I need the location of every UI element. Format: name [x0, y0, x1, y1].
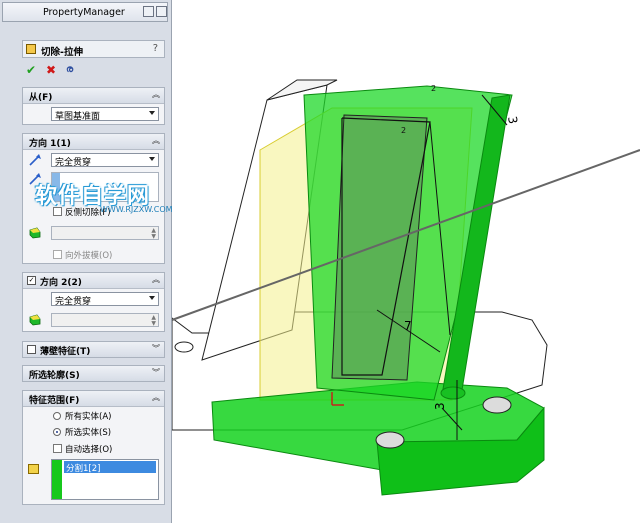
dimension-top[interactable]: 3: [505, 115, 520, 125]
group-direction1-header[interactable]: 方向 1(1) ︽: [23, 134, 164, 150]
direction2-end-condition-select[interactable]: 完全贯穿: [51, 292, 159, 307]
collapse-chevron-icon[interactable]: ︽: [152, 89, 160, 100]
draft-icon[interactable]: [28, 313, 42, 327]
extrude-cut-icon: [26, 44, 36, 54]
chevron-down-icon: [149, 157, 155, 161]
from-select[interactable]: 草图基准面: [51, 107, 159, 122]
collapse-chevron-icon[interactable]: ︽: [152, 135, 160, 146]
direction2-draft-input[interactable]: ▲ ▼: [51, 313, 159, 327]
all-bodies-label: 所有实体(A): [65, 412, 112, 422]
panel-title-bar: PropertyManager: [2, 2, 168, 22]
auto-select-checkbox[interactable]: [53, 444, 62, 453]
draft-outward-checkbox[interactable]: [53, 250, 62, 259]
group-selected-contours: 所选轮廓(S) ︾: [22, 365, 165, 382]
group-feature-scope: 特征范围(F) ︽ 所有实体(A) 所选实体(S) 自动选择(O) 分割1[2]: [22, 390, 165, 505]
draft-angle-input[interactable]: ▲ ▼: [51, 226, 159, 240]
base-hole-left: [174, 341, 194, 353]
collapse-chevron-icon[interactable]: ︽: [152, 274, 160, 285]
base-hole-right-front: [375, 431, 405, 449]
ok-button[interactable]: ✔: [26, 63, 36, 77]
chevron-down-icon: [149, 296, 155, 300]
pin-icon[interactable]: [143, 6, 154, 17]
all-bodies-radio[interactable]: [53, 412, 61, 420]
property-manager-panel: PropertyManager 切除-拉伸 ? ✔ ✖ ര 从(F) ︽ 草图基…: [0, 0, 172, 523]
end-condition-select[interactable]: 完全贯穿: [51, 153, 159, 168]
relation-tag: 2: [401, 126, 406, 135]
cylinder-bottom: [440, 386, 466, 400]
dimension-mid[interactable]: 7: [404, 319, 412, 333]
selected-bodies-label: 所选实体(S): [65, 428, 112, 438]
group-thin-feature-header[interactable]: 薄壁特征(T) ︾: [23, 342, 164, 357]
help-button[interactable]: ?: [153, 43, 158, 54]
group-direction2-header[interactable]: ✓ 方向 2(2) ︽: [23, 273, 164, 289]
feature-header: 切除-拉伸 ?: [22, 40, 165, 58]
bodies-list[interactable]: 分割1[2]: [51, 459, 159, 500]
expand-chevron-icon[interactable]: ︾: [152, 367, 160, 378]
preview-glasses-icon[interactable]: ര: [66, 63, 73, 77]
direction2-checkbox[interactable]: ✓: [27, 276, 36, 285]
thin-feature-checkbox[interactable]: [27, 345, 36, 354]
base-hole-right-back: [482, 396, 512, 414]
group-direction2: ✓ 方向 2(2) ︽ 完全贯穿 ▲ ▼: [22, 272, 165, 332]
relation-tag: 2: [431, 84, 436, 93]
group-selected-contours-header[interactable]: 所选轮廓(S) ︾: [23, 366, 164, 381]
group-feature-scope-header[interactable]: 特征范围(F) ︽: [23, 391, 164, 407]
solid-bodies-icon: [28, 464, 39, 474]
reverse-direction-icon[interactable]: [28, 153, 42, 167]
feature-name: 切除-拉伸: [41, 47, 83, 58]
watermark-url: WWW.RJZXW.COM: [100, 205, 173, 214]
graphics-viewport[interactable]: 3 7 3 2 2: [172, 0, 640, 523]
auto-select-label: 自动选择(O): [65, 445, 113, 455]
list-item[interactable]: 分割1[2]: [64, 461, 156, 474]
chevron-down-icon: [149, 111, 155, 115]
expand-icon[interactable]: [156, 6, 167, 17]
cancel-button[interactable]: ✖: [46, 63, 56, 77]
group-from-header[interactable]: 从(F) ︽: [23, 88, 164, 104]
draft-icon[interactable]: [28, 226, 42, 240]
draft-outward-label: 向外拔模(O): [65, 251, 113, 261]
dimension-bottom[interactable]: 3: [433, 402, 447, 410]
panel-title: PropertyManager: [43, 7, 125, 18]
selected-bodies-radio[interactable]: [53, 428, 61, 436]
group-thin-feature: 薄壁特征(T) ︾: [22, 341, 165, 358]
collapse-chevron-icon[interactable]: ︽: [152, 392, 160, 403]
group-from: 从(F) ︽ 草图基准面: [22, 87, 165, 125]
expand-chevron-icon[interactable]: ︾: [152, 343, 160, 354]
